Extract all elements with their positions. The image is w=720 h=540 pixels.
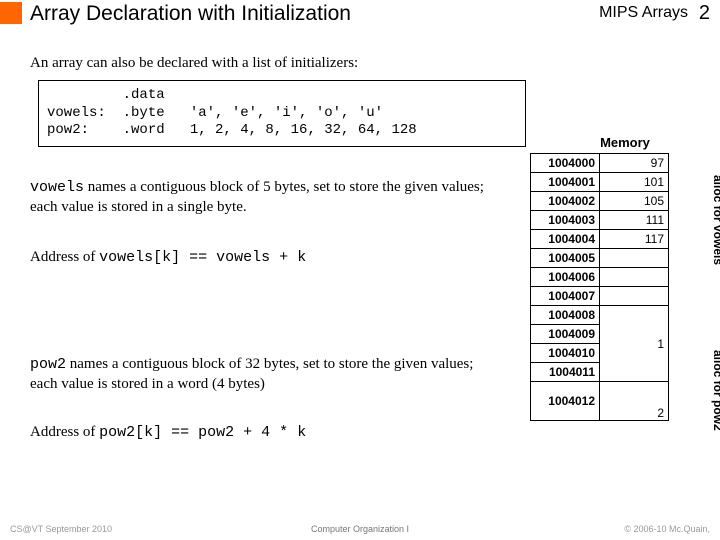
- page-title: Array Declaration with Initialization: [30, 2, 351, 26]
- paragraph-pow2-desc: pow2 names a contiguous block of 32 byte…: [30, 355, 490, 394]
- code-inline: vowels[k] == vowels + k: [99, 249, 306, 266]
- code-inline: pow2[k] == pow2 + 4 * k: [99, 424, 306, 441]
- mem-val: 101: [600, 173, 669, 192]
- mem-addr: 1004007: [531, 287, 600, 306]
- mem-val: 111: [600, 211, 669, 230]
- code-block: .data vowels: .byte 'a', 'e', 'i', 'o', …: [38, 80, 526, 147]
- paragraph-pow2-addr: Address of pow2[k] == pow2 + 4 * k: [30, 423, 490, 443]
- code-inline: vowels: [30, 179, 84, 196]
- intro-text: An array can also be declared with a lis…: [30, 54, 358, 74]
- text: names a contiguous block of 5 bytes, set…: [30, 179, 484, 215]
- mem-addr: 1004001: [531, 173, 600, 192]
- footer-left: CS@VT September 2010: [10, 524, 112, 534]
- mem-addr: 1004010: [531, 344, 600, 363]
- text: Address of: [30, 249, 99, 265]
- mem-addr: 1004000: [531, 154, 600, 173]
- mem-val: 105: [600, 192, 669, 211]
- mem-val: [600, 268, 669, 287]
- mem-val: [600, 287, 669, 306]
- mem-addr: 1004002: [531, 192, 600, 211]
- mem-addr: 1004011: [531, 363, 600, 382]
- text: Address of: [30, 424, 99, 440]
- paragraph-vowels-desc: vowels names a contiguous block of 5 byt…: [30, 178, 490, 217]
- mem-addr: 1004004: [531, 230, 600, 249]
- header-row: Array Declaration with Initialization MI…: [0, 0, 720, 28]
- footer-right: © 2006-10 Mc.Quain,: [624, 524, 710, 534]
- footer-mid: Computer Organization I: [311, 524, 409, 534]
- mem-val: [600, 249, 669, 268]
- mem-val-merged: 1: [600, 306, 669, 382]
- paragraph-vowels-addr: Address of vowels[k] == vowels + k: [30, 248, 490, 268]
- mem-addr: 1004008: [531, 306, 600, 325]
- text: names a contiguous block of 32 bytes, se…: [30, 356, 473, 392]
- memory-diagram: Memory 100400097 1004001101 1004002105 1…: [530, 135, 710, 421]
- mem-val: 117: [600, 230, 669, 249]
- memory-title: Memory: [540, 135, 710, 150]
- mem-addr: 1004003: [531, 211, 600, 230]
- alloc-label-vowels: alloc for vowels: [711, 175, 720, 275]
- section-label: MIPS Arrays: [599, 4, 688, 22]
- mem-addr: 1004009: [531, 325, 600, 344]
- footer: CS@VT September 2010 Computer Organizati…: [10, 524, 710, 534]
- mem-addr: 1004005: [531, 249, 600, 268]
- mem-val: 97: [600, 154, 669, 173]
- mem-addr: 1004006: [531, 268, 600, 287]
- page-number: 2: [699, 2, 710, 25]
- mem-val-merged: 2: [600, 382, 669, 421]
- code-inline: pow2: [30, 356, 66, 373]
- memory-table: 100400097 1004001101 1004002105 10040031…: [530, 153, 669, 421]
- alloc-label-pow2: alloc for pow2: [711, 350, 720, 450]
- mem-addr: 1004012: [531, 382, 600, 421]
